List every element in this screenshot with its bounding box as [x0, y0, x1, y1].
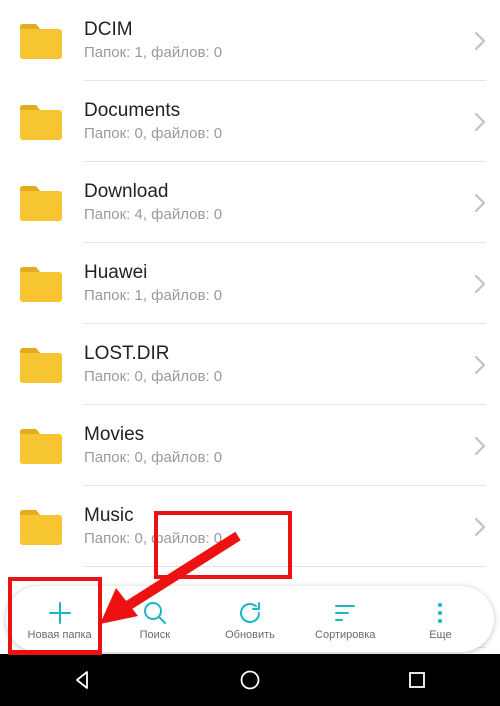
- chevron-right-icon: [474, 355, 486, 375]
- sort-icon: [332, 598, 358, 628]
- list-item[interactable]: LOST.DIR Папок: 0, файлов: 0: [0, 324, 500, 405]
- folder-subtitle: Папок: 1, файлов: 0: [84, 44, 468, 62]
- plus-icon: [47, 598, 73, 628]
- nav-back-button[interactable]: [53, 669, 113, 691]
- list-item[interactable]: Documents Папок: 0, файлов: 0: [0, 81, 500, 162]
- folder-name: Huawei: [84, 262, 468, 285]
- list-item[interactable]: DCIM Папок: 1, файлов: 0: [0, 0, 500, 81]
- folder-name: Movies: [84, 424, 468, 447]
- refresh-icon: [237, 598, 263, 628]
- search-icon: [142, 598, 168, 628]
- tool-label: Поиск: [140, 629, 170, 641]
- chevron-right-icon: [474, 274, 486, 294]
- chevron-right-icon: [474, 193, 486, 213]
- folder-icon: [18, 103, 64, 141]
- list-item[interactable]: Music Папок: 0, файлов: 0: [0, 486, 500, 567]
- list-item[interactable]: Movies Папок: 0, файлов: 0: [0, 405, 500, 486]
- list-item[interactable]: Huawei Папок: 1, файлов: 0: [0, 243, 500, 324]
- folder-icon: [18, 508, 64, 546]
- folder-subtitle: Папок: 0, файлов: 0: [84, 449, 468, 467]
- folder-name: Download: [84, 181, 468, 204]
- tool-label: Новая папка: [28, 629, 92, 641]
- folder-name: LOST.DIR: [84, 343, 468, 366]
- folder-name: DCIM: [84, 19, 468, 42]
- folder-icon: [18, 265, 64, 303]
- tool-label: Еще: [429, 629, 451, 641]
- nav-home-button[interactable]: [220, 669, 280, 691]
- folder-subtitle: Папок: 1, файлов: 0: [84, 287, 468, 305]
- chevron-right-icon: [474, 112, 486, 132]
- folder-icon: [18, 427, 64, 465]
- folder-list: DCIM Папок: 1, файлов: 0 Documents Папок…: [0, 0, 500, 654]
- folder-name: Music: [84, 505, 468, 528]
- action-toolbar: Новая папка Поиск Обновить Сортировка Ещ…: [6, 586, 494, 652]
- folder-subtitle: Папок: 0, файлов: 0: [84, 368, 468, 386]
- folder-icon: [18, 22, 64, 60]
- new-folder-button[interactable]: Новая папка: [12, 586, 107, 652]
- system-navbar: [0, 654, 500, 706]
- list-item[interactable]: Download Папок: 4, файлов: 0: [0, 162, 500, 243]
- tool-label: Сортировка: [315, 629, 375, 641]
- search-button[interactable]: Поиск: [107, 586, 202, 652]
- folder-icon: [18, 184, 64, 222]
- chevron-right-icon: [474, 517, 486, 537]
- folder-name: Documents: [84, 100, 468, 123]
- sort-button[interactable]: Сортировка: [298, 586, 393, 652]
- nav-recent-button[interactable]: [387, 670, 447, 690]
- chevron-right-icon: [474, 436, 486, 456]
- folder-subtitle: Папок: 0, файлов: 0: [84, 125, 468, 143]
- tool-label: Обновить: [225, 629, 275, 641]
- more-vertical-icon: [427, 598, 453, 628]
- chevron-right-icon: [474, 31, 486, 51]
- folder-subtitle: Папок: 0, файлов: 0: [84, 530, 468, 548]
- folder-subtitle: Папок: 4, файлов: 0: [84, 206, 468, 224]
- folder-icon: [18, 346, 64, 384]
- refresh-button[interactable]: Обновить: [202, 586, 297, 652]
- more-button[interactable]: Еще: [393, 586, 488, 652]
